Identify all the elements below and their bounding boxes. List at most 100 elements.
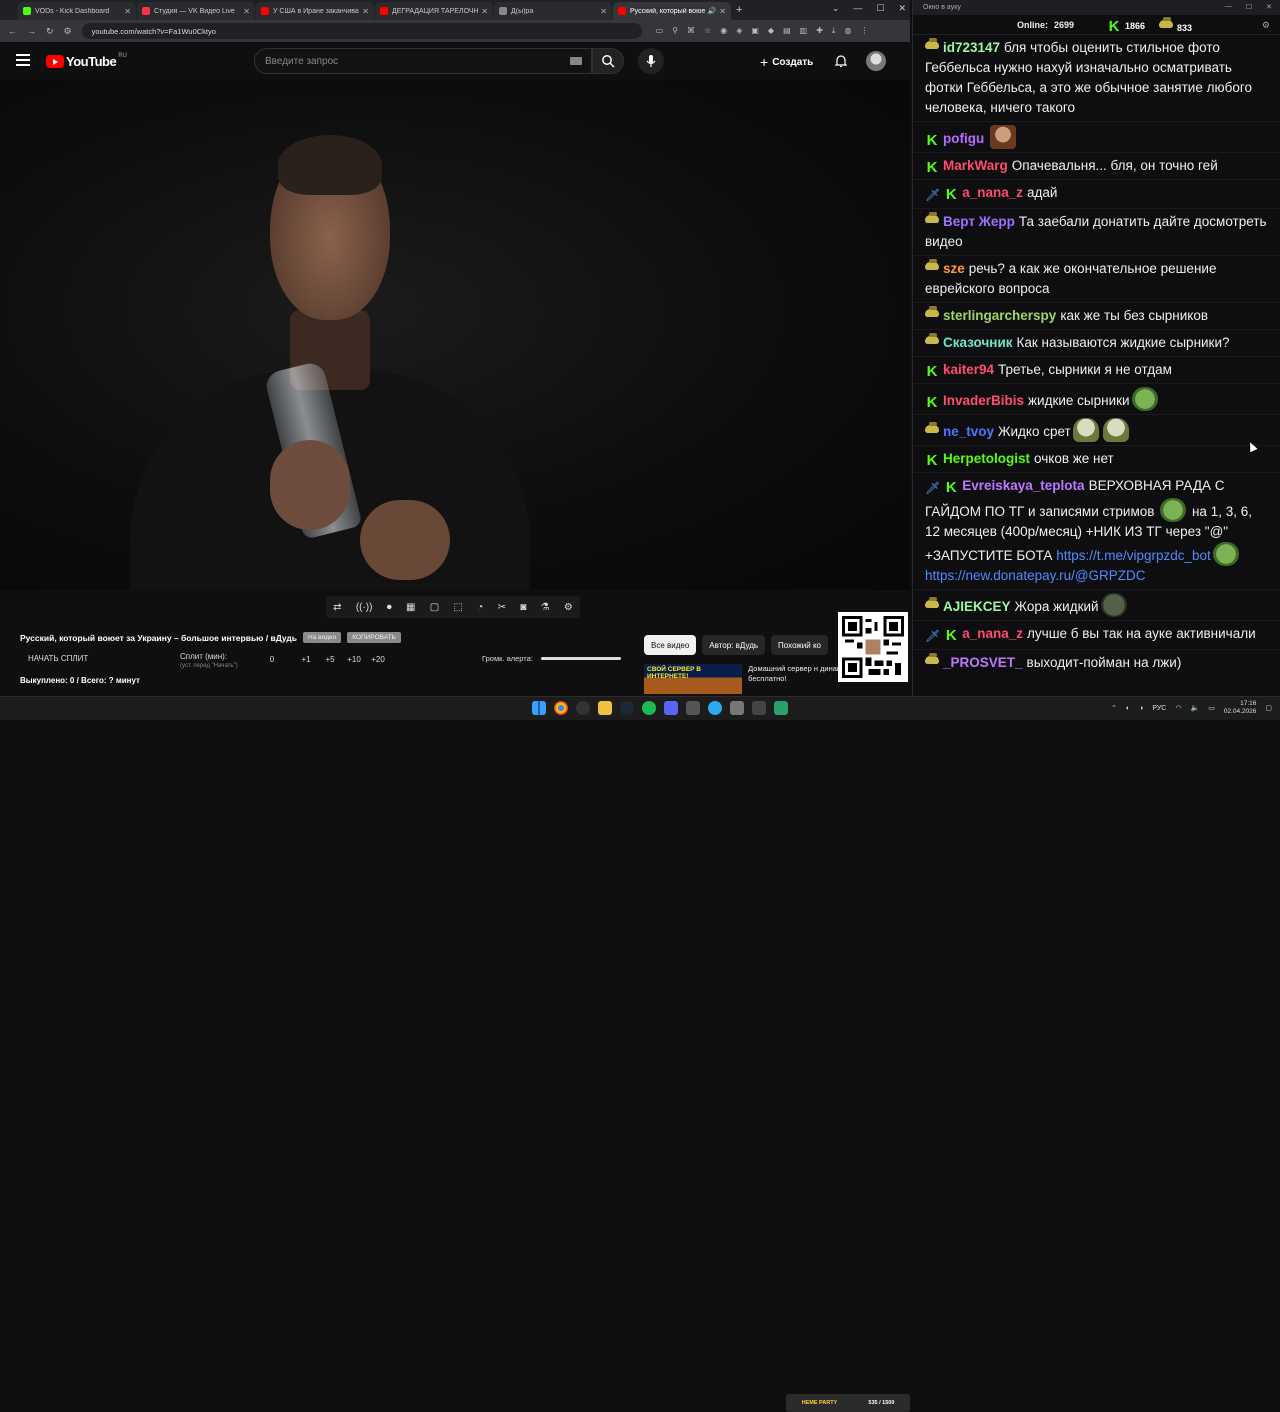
app-icon[interactable]: [752, 701, 766, 715]
start-split-button[interactable]: НАЧАТЬ СПЛИТ: [28, 652, 180, 663]
wifi-icon[interactable]: ◠: [1175, 704, 1181, 712]
language-indicator[interactable]: РУС: [1152, 705, 1166, 712]
on-video-button[interactable]: На видео: [303, 632, 342, 643]
search-button[interactable]: [592, 48, 624, 74]
voice-search-button[interactable]: [638, 48, 664, 74]
chevron-down-icon[interactable]: ⌄: [832, 3, 840, 14]
cast-icon[interactable]: ▭: [656, 26, 664, 36]
chat-username[interactable]: _PROSVET_: [943, 655, 1023, 670]
notification-icon[interactable]: ▢: [1265, 704, 1272, 712]
chat-username[interactable]: Evreiskaya_teplota: [962, 478, 1084, 493]
close-window-icon[interactable]: ✕: [898, 3, 906, 14]
speed-icon[interactable]: ◔: [477, 602, 483, 613]
chat-username[interactable]: sze: [943, 261, 965, 276]
profile-icon[interactable]: ◍: [844, 26, 851, 36]
chrome-icon[interactable]: [554, 701, 568, 715]
chip-similar[interactable]: Похожий ко: [771, 635, 828, 655]
translate-icon[interactable]: ⌘: [687, 26, 695, 36]
spotify-icon[interactable]: [642, 701, 656, 715]
split-step-button[interactable]: +1: [294, 655, 318, 664]
alert-volume-slider[interactable]: [540, 657, 621, 660]
chat-username[interactable]: pofigu: [943, 131, 984, 146]
broadcast-icon[interactable]: ((·)): [356, 602, 373, 613]
copy-button[interactable]: КОПИРОВАТЬ: [347, 632, 401, 643]
picture-in-picture-icon[interactable]: ▢: [430, 602, 439, 613]
close-tab-icon[interactable]: ✕: [719, 7, 726, 16]
split-step-button[interactable]: +10: [342, 655, 366, 664]
extension-icon[interactable]: ▥: [800, 26, 808, 36]
minimize-icon[interactable]: —: [853, 3, 862, 14]
chip-author[interactable]: Автор: вДудь: [702, 635, 766, 655]
bell-icon[interactable]: [834, 54, 848, 71]
tray-app-icon[interactable]: ◑: [1139, 705, 1143, 712]
chat-username[interactable]: kaiter94: [943, 362, 994, 377]
split-step-button[interactable]: +20: [366, 655, 390, 664]
gear-icon[interactable]: ⚙: [1262, 20, 1270, 31]
extension-icon[interactable]: ▣: [751, 26, 759, 36]
flask-icon[interactable]: ⚗: [541, 602, 550, 613]
app-icon[interactable]: [774, 701, 788, 715]
close-tab-icon[interactable]: ✕: [362, 7, 369, 16]
chat-username[interactable]: Верт Жерр: [943, 214, 1015, 229]
chat-username[interactable]: MarkWarg: [943, 158, 1008, 173]
chat-username[interactable]: a_nana_z: [962, 185, 1023, 200]
new-tab-button[interactable]: +: [736, 4, 742, 16]
forward-icon[interactable]: →: [27, 26, 36, 36]
bookmark-star-icon[interactable]: ☆: [704, 26, 711, 36]
tab-youtube-current[interactable]: Русский, который воюет з🔊✕: [613, 2, 731, 20]
minimize-icon[interactable]: —: [1225, 3, 1232, 11]
tab-dyra[interactable]: Д(ы)ра ✕: [494, 2, 612, 20]
keyboard-icon[interactable]: [570, 57, 582, 65]
search-input[interactable]: Введите запрос: [254, 48, 592, 74]
windows-start-icon[interactable]: [532, 701, 546, 715]
meme-party-widget[interactable]: HEME PARTY 535 / 1500: [786, 1394, 910, 1412]
close-tab-icon[interactable]: ✕: [243, 7, 250, 16]
tab-youtube-usa-iran[interactable]: У США в Иране заканчивают ✕: [256, 2, 374, 20]
chat-username[interactable]: AJIEKCEY: [943, 599, 1011, 614]
screen-record-icon[interactable]: ⏺: [387, 602, 392, 613]
extension-icon[interactable]: ◆: [768, 26, 774, 36]
volume-icon[interactable]: 🔈: [1190, 704, 1199, 712]
extension-icon[interactable]: ▤: [783, 26, 791, 36]
close-window-icon[interactable]: ✕: [1266, 3, 1272, 11]
close-tab-icon[interactable]: ✕: [600, 7, 607, 16]
split-value[interactable]: 0: [260, 655, 284, 664]
create-button[interactable]: + Создать: [760, 54, 813, 70]
discord-icon[interactable]: [664, 701, 678, 715]
camera-icon[interactable]: ◙: [520, 602, 526, 613]
extension-icon[interactable]: ◈: [736, 26, 742, 36]
chat-username[interactable]: Сказочник: [943, 335, 1013, 350]
chip-all-videos[interactable]: Все видео: [644, 635, 697, 655]
menu-dots-icon[interactable]: ⋮: [860, 26, 868, 36]
site-info-icon[interactable]: ⚙: [64, 26, 72, 37]
close-tab-icon[interactable]: ✕: [124, 7, 131, 16]
chevron-up-icon[interactable]: ⌃: [1111, 704, 1117, 712]
chat-username[interactable]: a_nana_z: [962, 626, 1023, 641]
avatar[interactable]: [866, 51, 886, 71]
back-icon[interactable]: ←: [8, 26, 17, 36]
video-player[interactable]: [0, 80, 910, 590]
app-icon[interactable]: [686, 701, 700, 715]
zoom-icon[interactable]: ⚲: [672, 26, 678, 36]
close-tab-icon[interactable]: ✕: [481, 7, 488, 16]
youtube-logo[interactable]: YouTube RU: [46, 53, 127, 69]
chat-link[interactable]: https://new.donatepay.ru/@GRPZDC: [925, 568, 1146, 583]
app-icon[interactable]: [730, 701, 744, 715]
chat-link[interactable]: https://t.me/vipgrpzdc_bot: [1056, 548, 1211, 563]
telegram-icon[interactable]: [708, 701, 722, 715]
filmstrip-icon[interactable]: ▦: [406, 602, 415, 613]
clock[interactable]: 17:16 02.04.2026: [1224, 700, 1257, 716]
obs-icon[interactable]: [576, 701, 590, 715]
reload-icon[interactable]: ↻: [46, 26, 54, 37]
frame-icon[interactable]: ⬚: [454, 602, 463, 613]
steam-icon[interactable]: [620, 701, 634, 715]
explorer-icon[interactable]: [598, 701, 612, 715]
tab-kick-dashboard[interactable]: VODs - Kick Dashboard ✕: [18, 2, 136, 20]
battery-icon[interactable]: ▭: [1208, 704, 1215, 712]
chat-username[interactable]: Herpetologist: [943, 451, 1030, 466]
loop-icon[interactable]: ⇄: [333, 602, 341, 613]
split-step-button[interactable]: +5: [318, 655, 342, 664]
snippet-icon[interactable]: ✂: [498, 602, 506, 613]
chat-username[interactable]: sterlingarcherspy: [943, 308, 1056, 323]
download-icon[interactable]: ⤓: [832, 26, 836, 36]
